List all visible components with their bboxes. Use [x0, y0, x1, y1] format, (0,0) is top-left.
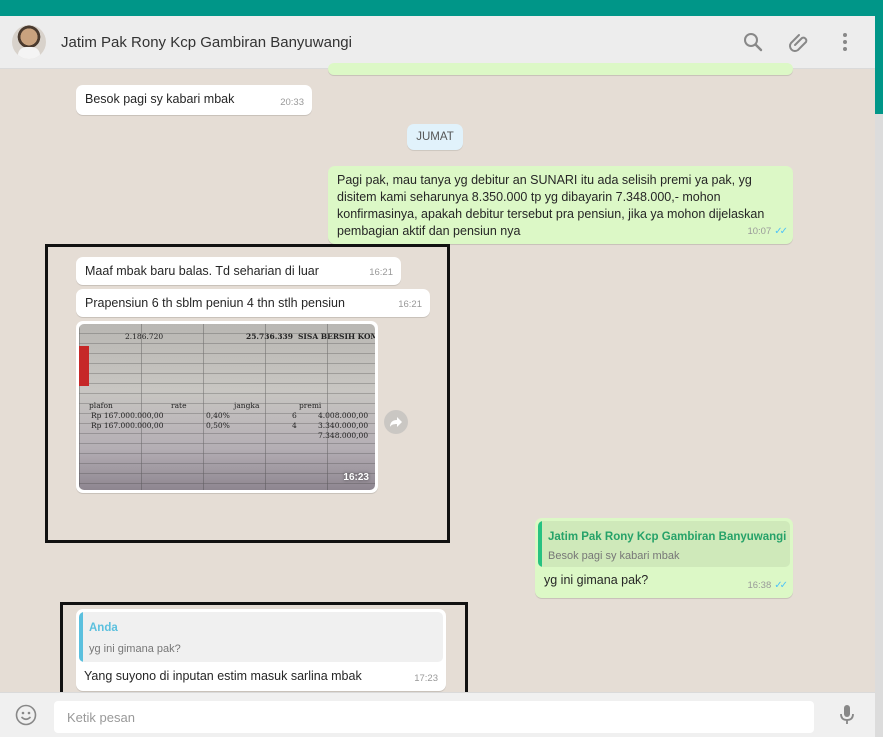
contact-name[interactable]: Jatim Pak Rony Kcp Gambiran Banyuwangi [61, 34, 352, 51]
message-line: pembagian aktif dan pensiun nya [337, 224, 521, 238]
quoted-message[interactable]: Anda yg ini gimana pak? [79, 612, 443, 662]
quoted-text: yg ini gimana pak? [89, 643, 181, 655]
quoted-sender: Jatim Pak Rony Kcp Gambiran Banyuwangi [548, 531, 787, 543]
message-time: 16:21 [369, 267, 393, 278]
read-ticks-icon: ✓✓ [774, 226, 788, 237]
photo-text: Rp 167.000.000,00 [91, 421, 164, 430]
scrollbar-track[interactable] [875, 114, 883, 737]
message-text: Maaf mbak baru balas. Td seharian di lua… [85, 264, 319, 278]
message-text: Prapensiun 6 th sblm peniun 4 thn stlh p… [85, 296, 345, 310]
photo-text: 7.348.000,00 [318, 431, 369, 440]
emoji-icon[interactable] [14, 703, 38, 727]
photo-text: jangka [234, 401, 260, 410]
chat-header: Jatim Pak Rony Kcp Gambiran Banyuwangi [0, 16, 875, 69]
message-line: disitem kami seharunya 8.350.000 tp yg d… [337, 190, 721, 204]
search-icon[interactable] [741, 30, 765, 54]
avatar[interactable] [12, 25, 46, 59]
message-bubble-outgoing[interactable]: Pagi pak, mau tanya yg debitur an SUNARI… [328, 166, 793, 244]
message-line: konfirmasinya, apakah debitur tersebut p… [337, 207, 765, 221]
photo-text: 25.736.339 [246, 332, 293, 341]
message-time: 10:07 ✓✓ [747, 226, 788, 237]
message-bubble-incoming[interactable]: Prapensiun 6 th sblm peniun 4 thn stlh p… [76, 289, 430, 317]
message-time: 16:23 [343, 472, 369, 483]
top-band [0, 0, 883, 16]
chat-window: Jatim Pak Rony Kcp Gambiran Banyuwangi B… [0, 16, 875, 737]
message-text: Besok pagi sy kabari mbak [85, 92, 235, 106]
microphone-icon[interactable] [835, 703, 859, 727]
message-time: 17:23 [414, 673, 438, 684]
photo-text: rate [171, 401, 187, 410]
attach-icon[interactable] [787, 30, 811, 54]
message-text: Yang suyono di inputan estim masuk sarli… [84, 669, 362, 683]
forward-icon[interactable] [384, 410, 408, 434]
message-time: 20:33 [280, 97, 304, 108]
day-separator: JUMAT [407, 124, 463, 150]
message-bubble-incoming[interactable]: Besok pagi sy kabari mbak 20:33 [76, 85, 312, 115]
photo-text: 4 [292, 421, 297, 430]
message-time: 16:21 [398, 299, 422, 310]
message-bubble-image[interactable]: 2.186.720 25.736.339 SISA BERSIH KOMPE p… [76, 321, 378, 493]
message-bubble-outgoing-reply[interactable]: Jatim Pak Rony Kcp Gambiran Banyuwangi B… [535, 518, 793, 598]
message-text: yg ini gimana pak? [544, 573, 649, 587]
message-time: 16:38 ✓✓ [747, 580, 788, 591]
quoted-sender: Anda [89, 622, 118, 634]
message-bubble-outgoing-partial [328, 63, 793, 75]
message-bubble-incoming-reply[interactable]: Anda yg ini gimana pak? Yang suyono di i… [76, 609, 446, 691]
quoted-message[interactable]: Jatim Pak Rony Kcp Gambiran Banyuwangi B… [538, 521, 790, 567]
photo-text: 0,50% [206, 421, 230, 430]
quoted-text: Besok pagi sy kabari mbak [548, 550, 680, 562]
message-bubble-incoming[interactable]: Maaf mbak baru balas. Td seharian di lua… [76, 257, 401, 285]
photo-text: 2.186.720 [125, 332, 164, 341]
spreadsheet-photo[interactable]: 2.186.720 25.736.339 SISA BERSIH KOMPE p… [79, 324, 375, 490]
message-input[interactable] [54, 701, 814, 733]
read-ticks-icon: ✓✓ [774, 580, 788, 591]
menu-icon[interactable] [833, 30, 857, 54]
photo-text: SISA BERSIH KOMPE [298, 332, 375, 341]
message-line: Pagi pak, mau tanya yg debitur an SUNARI… [337, 173, 752, 187]
window-edge [875, 16, 883, 114]
composer-bar [0, 692, 875, 737]
message-list[interactable]: Besok pagi sy kabari mbak 20:33 JUMAT Pa… [0, 63, 875, 704]
